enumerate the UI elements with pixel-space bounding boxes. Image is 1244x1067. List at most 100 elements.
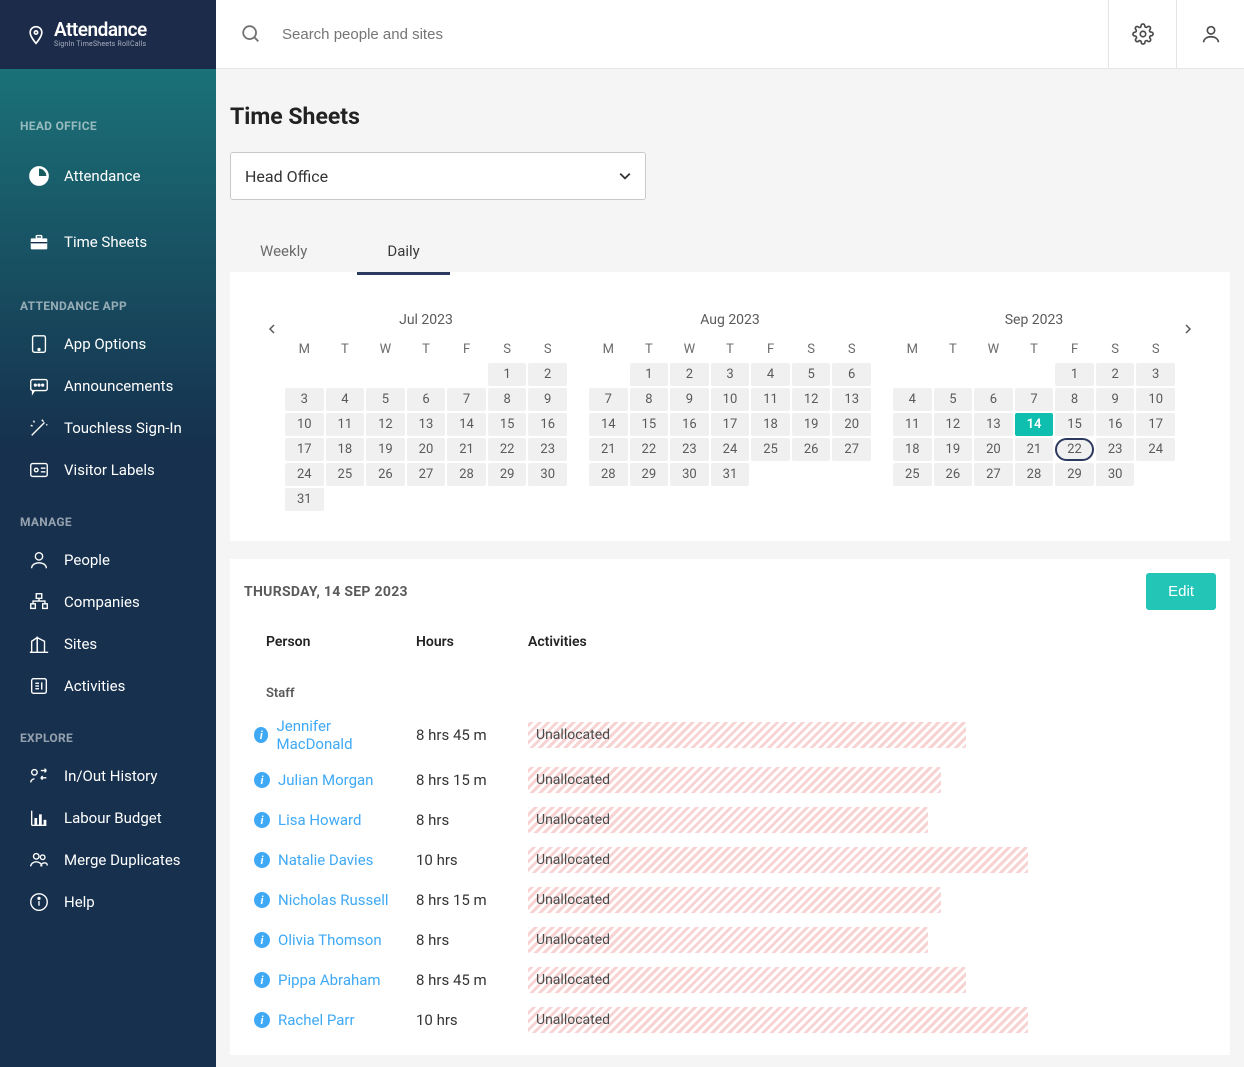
calendar-day[interactable]: 13	[407, 413, 446, 436]
calendar-day[interactable]: 28	[1015, 463, 1054, 486]
calendar-day[interactable]: 21	[1015, 438, 1054, 461]
calendar-day[interactable]: 19	[366, 438, 405, 461]
calendar-day[interactable]: 11	[751, 388, 790, 411]
info-icon[interactable]: i	[254, 1012, 270, 1028]
prev-month-button[interactable]	[260, 317, 284, 341]
sidebar-item-people[interactable]: People	[0, 539, 216, 581]
calendar-day[interactable]: 30	[528, 463, 567, 486]
calendar-day[interactable]: 11	[893, 413, 932, 436]
calendar-day[interactable]: 6	[407, 388, 446, 411]
calendar-day[interactable]: 10	[285, 413, 324, 436]
calendar-day[interactable]: 1	[488, 363, 527, 386]
profile-button[interactable]	[1176, 0, 1244, 69]
sidebar-item-time-sheets[interactable]: Time Sheets	[0, 209, 216, 275]
calendar-day[interactable]: 9	[670, 388, 709, 411]
info-icon[interactable]: i	[254, 972, 270, 988]
calendar-day[interactable]: 1	[630, 363, 669, 386]
person-link[interactable]: Pippa Abraham	[278, 971, 381, 989]
calendar-day[interactable]: 2	[1096, 363, 1135, 386]
calendar-day[interactable]: 17	[711, 413, 750, 436]
calendar-day[interactable]: 12	[792, 388, 831, 411]
calendar-day[interactable]: 15	[488, 413, 527, 436]
activity-bar[interactable]: Unallocated	[528, 967, 966, 993]
calendar-day[interactable]: 2	[528, 363, 567, 386]
calendar-day[interactable]: 31	[285, 488, 324, 511]
calendar-day[interactable]: 15	[630, 413, 669, 436]
calendar-day[interactable]: 28	[447, 463, 486, 486]
calendar-day[interactable]: 5	[792, 363, 831, 386]
calendar-day[interactable]: 12	[366, 413, 405, 436]
calendar-day[interactable]: 18	[751, 413, 790, 436]
person-link[interactable]: Olivia Thomson	[278, 931, 382, 949]
calendar-day[interactable]: 8	[1055, 388, 1094, 411]
site-select[interactable]: Head Office	[230, 152, 646, 200]
calendar-day[interactable]: 6	[974, 388, 1013, 411]
calendar-day[interactable]: 17	[285, 438, 324, 461]
tab-weekly[interactable]: Weekly	[230, 230, 337, 272]
calendar-day[interactable]: 10	[1136, 388, 1175, 411]
calendar-day[interactable]: 4	[751, 363, 790, 386]
calendar-day[interactable]: 22	[488, 438, 527, 461]
calendar-day[interactable]: 5	[934, 388, 973, 411]
person-link[interactable]: Lisa Howard	[278, 811, 361, 829]
calendar-day[interactable]: 17	[1136, 413, 1175, 436]
calendar-day[interactable]: 25	[893, 463, 932, 486]
calendar-day[interactable]: 19	[934, 438, 973, 461]
info-icon[interactable]: i	[254, 812, 270, 828]
sidebar-item-visitor-labels[interactable]: Visitor Labels	[0, 449, 216, 491]
calendar-day[interactable]: 22	[630, 438, 669, 461]
sidebar-item-help[interactable]: Help	[0, 881, 216, 923]
calendar-day[interactable]: 3	[285, 388, 324, 411]
calendar-day[interactable]: 7	[589, 388, 628, 411]
calendar-day[interactable]: 23	[1096, 438, 1135, 461]
sidebar-item-activities[interactable]: Activities	[0, 665, 216, 707]
info-icon[interactable]: i	[254, 727, 268, 743]
sidebar-item-in-out-history[interactable]: In/Out History	[0, 755, 216, 797]
calendar-day[interactable]: 24	[711, 438, 750, 461]
sidebar-item-attendance[interactable]: Attendance	[0, 143, 216, 209]
calendar-day[interactable]: 11	[326, 413, 365, 436]
calendar-day[interactable]: 20	[974, 438, 1013, 461]
calendar-day[interactable]: 3	[711, 363, 750, 386]
calendar-day[interactable]: 9	[1096, 388, 1135, 411]
calendar-day[interactable]: 12	[934, 413, 973, 436]
calendar-day[interactable]: 3	[1136, 363, 1175, 386]
calendar-day[interactable]: 13	[974, 413, 1013, 436]
calendar-day[interactable]: 4	[893, 388, 932, 411]
calendar-day[interactable]: 24	[285, 463, 324, 486]
calendar-day[interactable]: 27	[407, 463, 446, 486]
calendar-day[interactable]: 1	[1055, 363, 1094, 386]
activity-bar[interactable]: Unallocated	[528, 807, 928, 833]
calendar-day[interactable]: 31	[711, 463, 750, 486]
calendar-day[interactable]: 4	[326, 388, 365, 411]
calendar-day[interactable]: 30	[1096, 463, 1135, 486]
calendar-day[interactable]: 29	[630, 463, 669, 486]
calendar-day[interactable]: 20	[832, 413, 871, 436]
calendar-day[interactable]: 7	[447, 388, 486, 411]
calendar-day[interactable]: 21	[447, 438, 486, 461]
calendar-day[interactable]: 24	[1136, 438, 1175, 461]
calendar-day[interactable]: 23	[528, 438, 567, 461]
calendar-day[interactable]: 13	[832, 388, 871, 411]
calendar-day[interactable]: 14	[1015, 413, 1054, 436]
calendar-day[interactable]: 5	[366, 388, 405, 411]
calendar-day[interactable]: 20	[407, 438, 446, 461]
calendar-day[interactable]: 9	[528, 388, 567, 411]
calendar-day[interactable]: 10	[711, 388, 750, 411]
tab-daily[interactable]: Daily	[357, 230, 449, 272]
person-link[interactable]: Jennifer MacDonald	[276, 717, 398, 753]
activity-bar[interactable]: Unallocated	[528, 847, 1028, 873]
calendar-day[interactable]: 22	[1055, 438, 1094, 461]
calendar-day[interactable]: 23	[670, 438, 709, 461]
calendar-day[interactable]: 30	[670, 463, 709, 486]
sidebar-item-announcements[interactable]: Announcements	[0, 365, 216, 407]
info-icon[interactable]: i	[254, 932, 270, 948]
sidebar-item-touchless-sign-in[interactable]: Touchless Sign-In	[0, 407, 216, 449]
settings-button[interactable]	[1108, 0, 1176, 69]
calendar-day[interactable]: 15	[1055, 413, 1094, 436]
calendar-day[interactable]: 8	[488, 388, 527, 411]
activity-bar[interactable]: Unallocated	[528, 767, 941, 793]
edit-button[interactable]: Edit	[1146, 573, 1216, 610]
activity-bar[interactable]: Unallocated	[528, 927, 928, 953]
info-icon[interactable]: i	[254, 892, 270, 908]
